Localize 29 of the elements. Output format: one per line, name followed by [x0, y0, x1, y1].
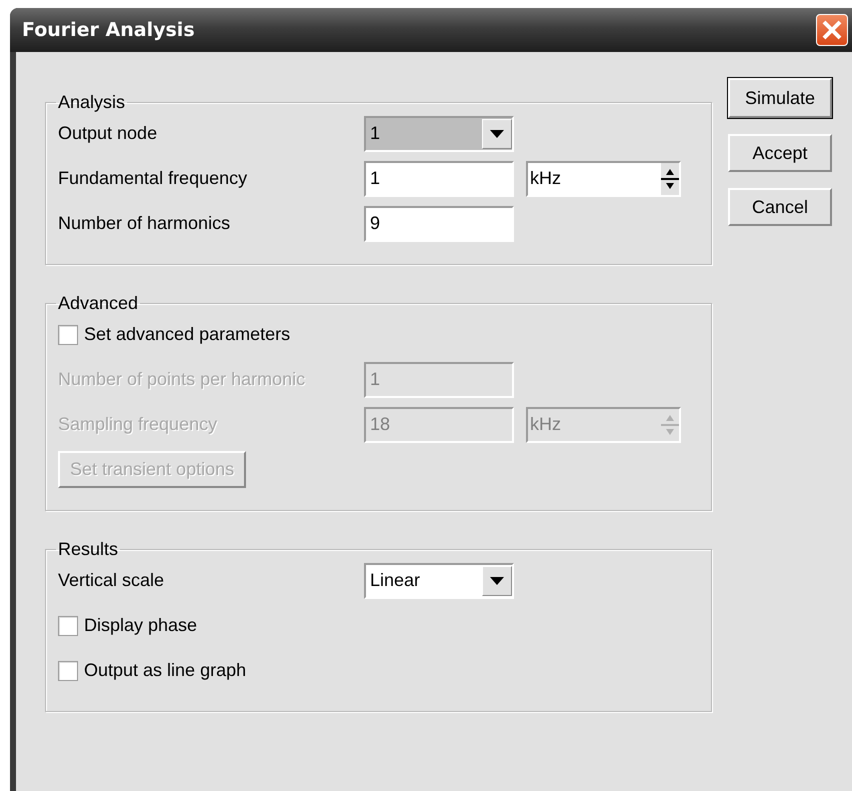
dialog-button[interactable]: Cancel: [728, 188, 832, 226]
checkbox[interactable]: [58, 660, 78, 680]
group-title: Results: [57, 539, 120, 560]
checkbox-label[interactable]: Display phase: [84, 615, 198, 636]
field-label: Sampling frequency: [58, 414, 218, 435]
unit-spinner[interactable]: kHz: [526, 160, 681, 196]
checkbox-label[interactable]: Set advanced parameters: [84, 324, 290, 345]
spin-button[interactable]: [661, 162, 679, 194]
close-button[interactable]: [816, 14, 848, 46]
caret-icon: [490, 576, 504, 584]
input-field[interactable]: 1: [364, 160, 514, 196]
caret-icon: [490, 130, 504, 138]
field-label: Vertical scale: [58, 570, 166, 591]
field-label: Number of points per harmonic: [58, 369, 306, 390]
dialog-button[interactable]: Simulate: [728, 78, 832, 118]
field-label: Output node: [58, 123, 158, 144]
field-label: Fundamental frequency: [58, 168, 248, 189]
dialog-button[interactable]: Accept: [728, 134, 832, 172]
field-label: Number of harmonics: [58, 213, 232, 234]
window-title: Fourier Analysis: [22, 19, 195, 41]
group-title: Advanced: [57, 293, 140, 314]
group-title: Analysis: [57, 92, 126, 113]
input-field[interactable]: 9: [364, 206, 514, 242]
close-icon: [821, 19, 843, 41]
dropdown[interactable]: 1: [364, 116, 514, 152]
dropdown[interactable]: Linear: [364, 562, 514, 598]
checkbox[interactable]: [58, 616, 78, 636]
checkbox-label[interactable]: Output as line graph: [84, 660, 246, 681]
checkbox[interactable]: [58, 324, 78, 344]
